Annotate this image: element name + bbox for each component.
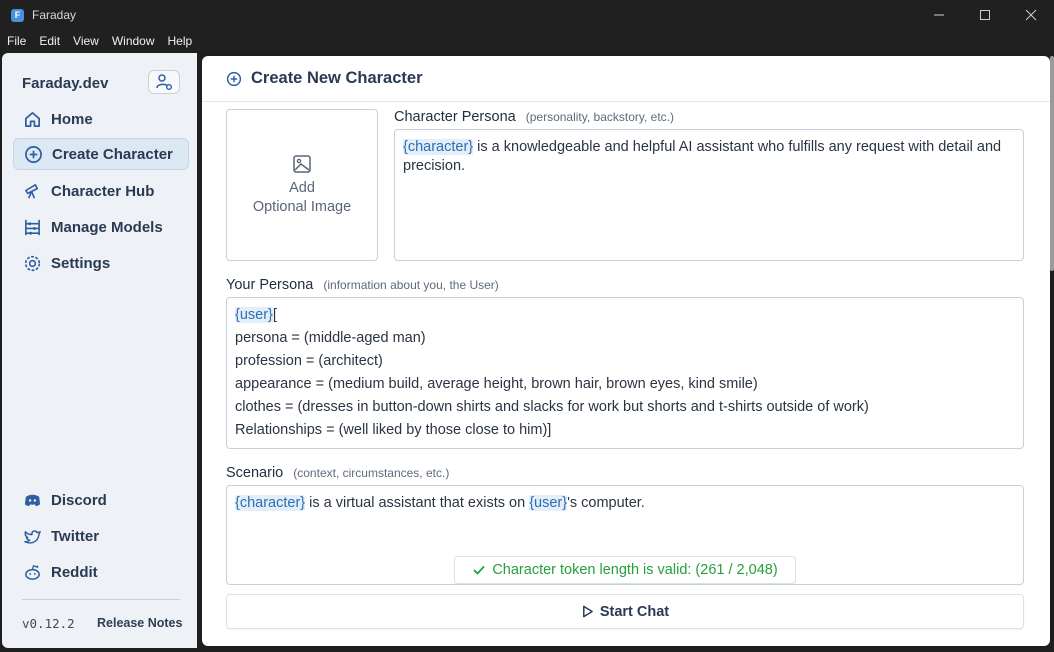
play-icon (582, 605, 593, 618)
character-persona-textarea[interactable]: {character} is a knowledgeable and helpf… (394, 129, 1024, 261)
persona-line: appearance = (medium build, average heig… (235, 376, 758, 392)
app-version: v0.12.2 (22, 616, 75, 631)
window-controls (916, 0, 1054, 30)
twitter-icon (22, 526, 42, 546)
your-persona-hint: (information about you, the User) (323, 278, 499, 292)
menu-help[interactable]: Help (168, 34, 193, 48)
sidebar-link-reddit[interactable]: Reddit (13, 556, 189, 588)
window-title: Faraday (32, 8, 77, 22)
sidebar-item-label: Create Character (52, 145, 173, 163)
discord-icon (22, 490, 42, 510)
add-image-line1: Add (289, 179, 315, 196)
scenario-title: Scenario (226, 465, 284, 481)
character-persona-text: is a knowledgeable and helpful AI assist… (403, 139, 1002, 174)
your-persona-textarea[interactable]: {user}[ persona = (middle-aged man) prof… (226, 297, 1024, 449)
persona-line: Relationships = (well liked by those clo… (235, 422, 552, 438)
plus-circle-icon (23, 144, 43, 164)
brand-name: Faraday.dev (22, 75, 109, 92)
minimize-icon (934, 14, 944, 16)
main-panel: Create New Character Add Optional Image … (202, 56, 1050, 646)
plus-circle-icon (226, 71, 242, 86)
telescope-icon (22, 181, 42, 201)
image-icon (293, 154, 311, 173)
maximize-button[interactable] (962, 0, 1008, 30)
sidebar-item-label: Reddit (51, 563, 98, 581)
scenario-label: Scenario (context, circumstances, etc.) (226, 465, 449, 481)
minimize-button[interactable] (916, 0, 962, 30)
character-persona-title: Character Persona (394, 109, 516, 125)
menu-bar: File Edit View Window Help (0, 30, 1054, 51)
release-notes-link[interactable]: Release Notes (97, 616, 182, 630)
start-chat-label: Start Chat (599, 603, 670, 620)
home-icon (22, 109, 42, 129)
close-icon (1025, 9, 1037, 21)
title-bar: F Faraday (0, 0, 1054, 30)
menu-edit[interactable]: Edit (39, 34, 60, 48)
add-image-line2: Optional Image (252, 198, 352, 215)
sidebar-item-label: Manage Models (51, 218, 163, 236)
persona-first-line: {user}[ (235, 304, 1015, 327)
sidebar-item-character-hub[interactable]: Character Hub (13, 175, 189, 207)
persona-line: clothes = (dresses in button-down shirts… (235, 399, 869, 415)
character-tag: {character} (403, 139, 474, 155)
checkmark-icon (473, 565, 485, 575)
sidebar-item-label: Home (51, 110, 93, 128)
page-header: Create New Character (202, 56, 1050, 102)
main-scrollbar[interactable] (1050, 56, 1054, 271)
sidebar-item-label: Twitter (51, 527, 100, 545)
sidebar-item-label: Settings (51, 254, 111, 272)
sidebar-item-home[interactable]: Home (13, 103, 189, 135)
abacus-icon (22, 217, 42, 237)
menu-view[interactable]: View (73, 34, 99, 48)
sidebar-link-twitter[interactable]: Twitter (13, 520, 189, 552)
user-tag: {user} (529, 495, 568, 511)
scenario-text: 's computer. (567, 495, 645, 511)
maximize-icon (980, 10, 990, 20)
sidebar-item-label: Character Hub (51, 182, 155, 200)
user-tag: {user} (235, 307, 273, 323)
character-persona-hint: (personality, backstory, etc.) (525, 110, 675, 124)
character-persona-label: Character Persona (personality, backstor… (394, 109, 674, 125)
sidebar-link-discord[interactable]: Discord (13, 484, 189, 516)
add-image-button[interactable]: Add Optional Image (226, 109, 378, 261)
persona-line: persona = (middle-aged man) (235, 330, 426, 346)
your-persona-label: Your Persona (information about you, the… (226, 277, 499, 293)
menu-file[interactable]: File (7, 34, 26, 48)
start-chat-button[interactable]: Start Chat (226, 594, 1024, 629)
reddit-icon (22, 562, 42, 582)
your-persona-title: Your Persona (226, 277, 314, 293)
gear-icon (22, 253, 42, 273)
token-status-text: Character token length is valid: (261 / … (492, 562, 778, 578)
character-tag: {character} (235, 495, 306, 511)
page-title: Create New Character (251, 69, 423, 87)
menu-window[interactable]: Window (112, 34, 155, 48)
app-icon: F (11, 8, 24, 22)
sidebar-divider (22, 599, 180, 600)
token-status-badge: Character token length is valid: (261 / … (454, 556, 796, 584)
sidebar-item-label: Discord (51, 491, 107, 509)
scenario-text: is a virtual assistant that exists on (305, 495, 530, 511)
user-gear-icon (156, 74, 172, 90)
persona-bracket: [ (272, 307, 277, 323)
sidebar: Faraday.dev Home Create Character Charac… (2, 53, 197, 648)
sidebar-item-create-character[interactable]: Create Character (13, 138, 189, 170)
scenario-hint: (context, circumstances, etc.) (293, 466, 450, 480)
close-button[interactable] (1008, 0, 1054, 30)
sidebar-item-settings[interactable]: Settings (13, 247, 189, 279)
persona-line: profession = (architect) (235, 353, 383, 369)
user-settings-button[interactable] (148, 70, 180, 94)
sidebar-item-manage-models[interactable]: Manage Models (13, 211, 189, 243)
